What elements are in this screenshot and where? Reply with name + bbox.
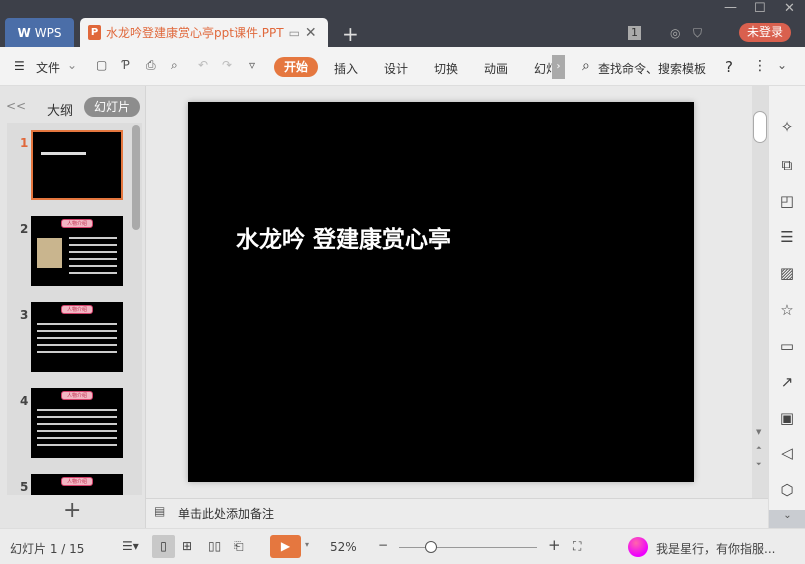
thumb-badge: 人物介绍: [61, 219, 93, 228]
next-slide-icon[interactable]: ⏷: [756, 460, 762, 469]
login-button[interactable]: 未登录: [739, 23, 791, 42]
add-slide-button[interactable]: +: [63, 498, 81, 523]
image-icon[interactable]: ▣: [778, 409, 796, 427]
play-slideshow-button[interactable]: ▶: [270, 535, 301, 558]
search-icon: ⌕: [582, 58, 590, 74]
thumb-number: 2: [20, 222, 29, 236]
slide-sorter-icon[interactable]: ⊞: [182, 539, 192, 553]
more-icon[interactable]: ⋮: [753, 58, 767, 74]
vertical-scrollbar[interactable]: ▼ ⏶ ⏷: [752, 86, 768, 498]
picture-gallery-icon[interactable]: ▨: [778, 264, 796, 282]
tab-transition[interactable]: 切换: [434, 60, 458, 77]
portrait-image: [37, 238, 62, 268]
scroll-down-icon[interactable]: ▼: [756, 428, 761, 436]
fit-window-icon[interactable]: ⛶: [573, 539, 581, 554]
assistant-orb-icon[interactable]: [628, 537, 648, 557]
print-icon[interactable]: ⎙: [146, 58, 156, 73]
tab-slides[interactable]: 幻灯片: [84, 97, 140, 117]
slide[interactable]: 水龙吟 登建康赏心亭: [188, 102, 694, 482]
scroll-thumb[interactable]: [753, 111, 767, 143]
share-icon[interactable]: ↗: [778, 373, 796, 391]
notes-view-icon[interactable]: ☰▾: [122, 539, 139, 553]
close-window-button[interactable]: ✕: [784, 1, 795, 16]
tab-outline[interactable]: 大纲: [47, 100, 73, 119]
tab-animation[interactable]: 动画: [484, 60, 508, 77]
reading-view-icon[interactable]: ▯▯: [208, 539, 221, 553]
normal-view-icon[interactable]: ▯: [152, 535, 175, 558]
notes-placeholder: 单击此处添加备注: [178, 507, 275, 521]
magic-star-icon[interactable]: ✧: [778, 118, 796, 136]
thumb-number: 5: [20, 480, 29, 494]
monitor-icon: ▭: [288, 25, 300, 40]
slide-thumbnail-5[interactable]: 人物介绍: [31, 474, 123, 495]
thumb-badge: 人物介绍: [61, 477, 93, 486]
collapse-panel-button[interactable]: <<: [6, 99, 26, 113]
slide-thumbnail-3[interactable]: 人物介绍: [31, 302, 123, 372]
tab-insert[interactable]: 插入: [334, 60, 358, 77]
chevron-down-icon[interactable]: ⌄: [67, 58, 77, 72]
zoom-out-button[interactable]: −: [378, 538, 388, 552]
slide-title[interactable]: 水龙吟 登建康赏心亭: [236, 220, 451, 254]
new-tab-button[interactable]: +: [342, 22, 359, 46]
save-icon[interactable]: ▢: [96, 58, 107, 72]
file-menu[interactable]: 文件: [36, 59, 60, 76]
zoom-slider[interactable]: [399, 547, 537, 548]
shapes-icon[interactable]: ◰: [778, 192, 796, 210]
archive-icon[interactable]: ▭: [778, 337, 796, 355]
zoom-slider-handle[interactable]: [425, 541, 437, 553]
slide-thumbnail-4[interactable]: 人物介绍: [31, 388, 123, 458]
undo-icon[interactable]: ↶: [198, 58, 208, 72]
window-count-badge[interactable]: 1: [628, 26, 641, 40]
collapse-ribbon-icon[interactable]: ⌄: [777, 58, 787, 72]
zoom-in-button[interactable]: +: [548, 536, 561, 554]
thumbs-scrollbar[interactable]: [132, 125, 140, 230]
print-preview-icon[interactable]: ⌕: [171, 58, 178, 73]
format-painter-icon[interactable]: Ƥ: [122, 58, 130, 72]
expand-sidebar-icon[interactable]: ⌄: [769, 510, 805, 528]
document-tab[interactable]: P 水龙吟登建康赏心亭ppt课件.PPT ▭ ✕: [80, 18, 328, 47]
wps-logo-icon: W: [17, 25, 31, 40]
command-search[interactable]: 查找命令、搜索模板: [598, 60, 706, 77]
zoom-level[interactable]: 52%: [330, 540, 357, 554]
thumb-badge: 人物介绍: [61, 391, 93, 400]
slide-thumbnail-2[interactable]: 人物介绍: [31, 216, 123, 286]
comment-icon: ▤: [154, 504, 166, 518]
wps-home-tab[interactable]: W WPS: [5, 18, 74, 47]
thumb-badge: 人物介绍: [61, 305, 93, 314]
previous-slide-icon[interactable]: ⏶: [756, 444, 762, 453]
hexagon-icon[interactable]: ⬡: [778, 481, 796, 499]
tab-design[interactable]: 设计: [384, 60, 408, 77]
slide-thumbnails: 1 2 人物介绍 3 人物介绍 4 人物介绍 5 人物介绍: [7, 123, 142, 495]
thumb-number: 1: [20, 136, 29, 150]
slide-counter: 幻灯片 1 / 15: [10, 542, 85, 556]
skin-icon[interactable]: ◎: [670, 26, 680, 40]
play-options-icon[interactable]: ▾: [305, 540, 309, 549]
notes-area[interactable]: 单击此处添加备注: [146, 498, 768, 528]
redo-icon[interactable]: ↷: [222, 58, 232, 72]
replace-icon[interactable]: ⧉: [778, 156, 796, 174]
document-tab-label: 水龙吟登建康赏心亭ppt课件.PPT: [106, 26, 284, 40]
slide-thumbnail-1[interactable]: [31, 130, 123, 200]
presenter-icon[interactable]: ⎗: [234, 539, 244, 554]
maximize-button[interactable]: ☐: [754, 1, 766, 16]
assistant-text[interactable]: 我是星行，有你指服...: [656, 540, 775, 557]
minimize-button[interactable]: —: [724, 0, 737, 15]
more-quick-icon[interactable]: ▿: [249, 58, 255, 72]
shirt-icon[interactable]: ⛉: [693, 26, 702, 41]
wps-label: WPS: [34, 25, 62, 40]
adjust-icon[interactable]: ☰: [778, 228, 796, 246]
star-icon[interactable]: ☆: [778, 301, 796, 319]
scroll-tabs-right-button[interactable]: ›: [552, 55, 565, 79]
right-sidebar: ✧ ⧉ ◰ ☰ ▨ ☆ ▭ ↗ ▣ ◁ ⬡ ⌄: [768, 86, 805, 528]
tab-start[interactable]: 开始: [274, 57, 318, 77]
ppt-file-icon: P: [88, 25, 101, 40]
close-tab-icon[interactable]: ✕: [305, 25, 317, 41]
thumb-number: 3: [20, 308, 29, 322]
menu-icon[interactable]: ☰: [14, 59, 25, 73]
help-button[interactable]: ?: [725, 58, 733, 76]
thumb-number: 4: [20, 394, 29, 408]
audio-icon[interactable]: ◁: [778, 444, 796, 462]
tab-slideshow[interactable]: 幻灯: [534, 60, 552, 77]
